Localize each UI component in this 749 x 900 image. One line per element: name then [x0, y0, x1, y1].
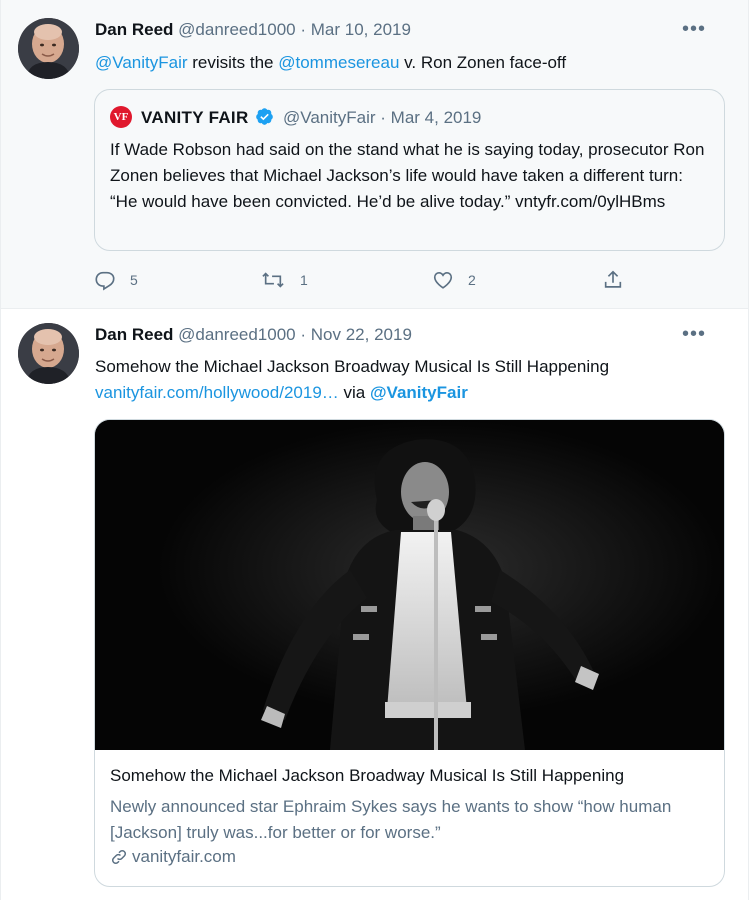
- avatar[interactable]: [18, 323, 79, 384]
- tweet-text-segment: revisits the: [187, 53, 279, 72]
- like-button[interactable]: 2: [432, 266, 476, 294]
- tweet-date[interactable]: Nov 22, 2019: [311, 325, 412, 344]
- card-domain-text: vanityfair.com: [132, 847, 236, 866]
- share-icon: [604, 270, 622, 288]
- vanity-fair-logo: VF: [110, 106, 132, 128]
- avatar[interactable]: [18, 18, 79, 79]
- tweet-text: @VanityFair revisits the @tommesereau v.…: [95, 50, 728, 76]
- tweet-header: Dan Reed @danreed1000 · Mar 10, 2019 •••: [95, 19, 728, 42]
- author-name[interactable]: Dan Reed: [95, 20, 173, 39]
- more-icon[interactable]: •••: [682, 19, 706, 39]
- card-title: Somehow the Michael Jackson Broadway Mus…: [110, 766, 625, 785]
- tweet-text: Somehow the Michael Jackson Broadway Mus…: [95, 354, 728, 406]
- retweet-icon: [262, 272, 284, 288]
- quoted-tweet[interactable]: VF VANITY FAIR @VanityFair · Mar 4, 2019…: [94, 89, 725, 251]
- quoted-tweet-date: Mar 4, 2019: [390, 108, 482, 127]
- reply-count: 5: [130, 272, 138, 288]
- separator: ·: [300, 20, 307, 39]
- card-image[interactable]: [95, 420, 724, 750]
- card-description: Newly announced star Ephraim Sykes says …: [110, 797, 672, 842]
- tweet[interactable]: Dan Reed @danreed1000 · Mar 10, 2019 •••…: [1, 0, 748, 309]
- mention-link[interactable]: @VanityFair: [95, 53, 188, 72]
- tweet-text-segment: v. Ron Zonen face-off: [399, 53, 567, 72]
- link-preview-card[interactable]: Somehow the Michael Jackson Broadway Mus…: [94, 419, 725, 887]
- more-icon[interactable]: •••: [682, 324, 706, 344]
- separator: ·: [300, 325, 307, 344]
- link-icon: [111, 849, 127, 865]
- tweet[interactable]: Dan Reed @danreed1000 · Nov 22, 2019 •••…: [1, 309, 748, 900]
- share-button[interactable]: [602, 266, 638, 294]
- quoted-tweet-header: VANITY FAIR @VanityFair · Mar 4, 2019: [141, 107, 481, 131]
- via-text: via: [338, 383, 370, 402]
- tweet-actions: 5 1 2: [94, 266, 654, 294]
- verified-badge-icon: [255, 107, 274, 131]
- author-handle[interactable]: @danreed1000: [178, 20, 295, 39]
- quoted-tweet-text: If Wade Robson had said on the stand wha…: [110, 140, 705, 211]
- author-name[interactable]: Dan Reed: [95, 325, 173, 344]
- author-handle[interactable]: @danreed1000: [178, 325, 295, 344]
- tweet-header: Dan Reed @danreed1000 · Nov 22, 2019 •••: [95, 324, 728, 347]
- mention-link[interactable]: @VanityFair: [370, 383, 468, 402]
- tweet-date[interactable]: Mar 10, 2019: [311, 20, 411, 39]
- reply-icon: [95, 271, 115, 291]
- like-icon: [433, 272, 453, 289]
- quoted-author-name: VANITY FAIR: [141, 108, 249, 127]
- tweet-text-line: Somehow the Michael Jackson Broadway Mus…: [95, 357, 610, 376]
- like-count: 2: [468, 272, 476, 288]
- retweet-button[interactable]: 1: [260, 266, 308, 294]
- separator: ·: [380, 108, 386, 127]
- retweet-count: 1: [300, 272, 308, 288]
- article-link[interactable]: vanityfair.com/hollywood/2019…: [95, 383, 339, 402]
- reply-button[interactable]: 5: [94, 266, 138, 294]
- timeline: Dan Reed @danreed1000 · Mar 10, 2019 •••…: [0, 0, 749, 900]
- quoted-author-handle: @VanityFair: [283, 108, 376, 127]
- card-domain: vanityfair.com: [110, 847, 236, 867]
- mention-link[interactable]: @tommesereau: [278, 53, 399, 72]
